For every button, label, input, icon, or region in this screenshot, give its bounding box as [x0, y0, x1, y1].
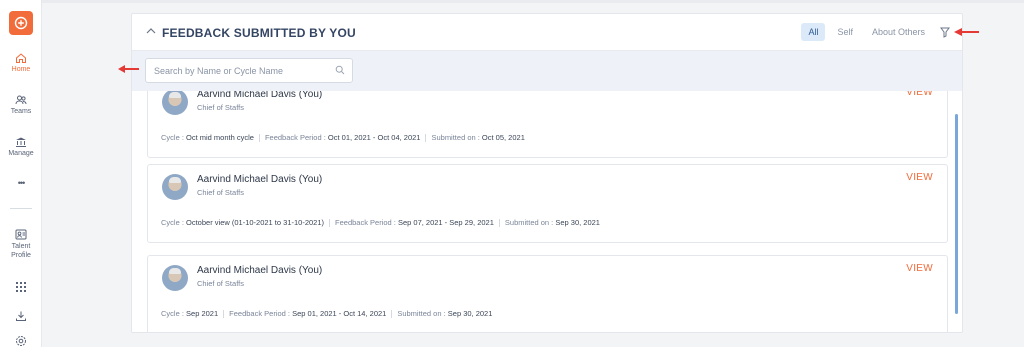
top-strip [42, 0, 1024, 3]
grid-icon [16, 282, 26, 292]
add-button[interactable] [9, 11, 33, 35]
filter-group: All Self About Others [796, 23, 950, 41]
period-label: Feedback Period : [335, 218, 398, 227]
filter-icon[interactable] [940, 27, 950, 38]
list-item: Aarvind Michael Davis (You) Chief of Sta… [147, 91, 948, 158]
panel-header: FEEDBACK SUBMITTED BY YOU All Self About… [132, 14, 962, 51]
period-value: Oct 01, 2021 - Oct 04, 2021 [327, 133, 421, 142]
sidebar: Home Teams Manage ••• Talent Profile [0, 0, 42, 347]
scrollbar[interactable] [955, 94, 960, 330]
panel-title: FEEDBACK SUBMITTED BY YOU [162, 26, 356, 40]
submitted-label: Submitted on : [397, 309, 448, 318]
search-box [145, 58, 353, 83]
view-link[interactable]: VIEW [906, 263, 933, 274]
sidebar-item-talent-profile[interactable]: Talent Profile [0, 229, 42, 260]
period-value: Sep 01, 2021 - Oct 14, 2021 [292, 309, 387, 318]
teams-icon [15, 95, 27, 105]
manage-icon [16, 137, 26, 147]
search-input[interactable] [154, 65, 334, 76]
submitted-label: Submitted on : [431, 133, 482, 142]
cycle-value: Sep 2021 [186, 309, 219, 318]
sidebar-item-download[interactable] [0, 310, 42, 324]
period-label: Feedback Period : [264, 133, 328, 142]
submitted-value: Sep 30, 2021 [447, 309, 493, 318]
annotation-arrow-icon [118, 65, 139, 73]
avatar [162, 265, 188, 291]
gear-icon [16, 336, 26, 346]
list-item: Aarvind Michael Davis (You) Chief of Sta… [147, 255, 948, 332]
submitted-value: Sep 30, 2021 [555, 218, 600, 227]
chevron-up-icon[interactable] [146, 27, 156, 35]
search-icon[interactable] [335, 65, 345, 75]
sidebar-item-teams[interactable]: Teams [0, 94, 42, 115]
sidebar-item-label: Manage [8, 150, 34, 157]
sidebar-item-label: Teams [10, 108, 32, 115]
employee-role: Chief of Staffs [197, 103, 244, 112]
sidebar-item-settings[interactable] [0, 335, 42, 347]
sidebar-item-label: Talent Profile [11, 243, 31, 259]
filter-about-others-button[interactable]: About Others [865, 23, 932, 41]
sidebar-item-more[interactable]: ••• [0, 178, 42, 188]
feedback-list: Aarvind Michael Davis (You) Chief of Sta… [132, 91, 962, 332]
view-link[interactable]: VIEW [906, 91, 933, 98]
period-value: Sep 07, 2021 - Sep 29, 2021 [397, 218, 494, 227]
download-icon [16, 311, 26, 321]
annotation-arrow-icon [954, 28, 979, 36]
submitted-label: Submitted on : [504, 218, 556, 227]
feedback-meta: Cycle : Oct mid month cycle Feedback Peri… [161, 133, 525, 143]
feedback-meta: Cycle : October view (01-10-2021 to 31-1… [161, 218, 600, 228]
cycle-label: Cycle : [161, 309, 187, 318]
cycle-label: Cycle : [161, 133, 187, 142]
search-bar [132, 51, 962, 91]
avatar [162, 174, 188, 200]
more-icon: ••• [17, 178, 26, 188]
cycle-value: Oct mid month cycle [186, 133, 254, 142]
sidebar-item-manage[interactable]: Manage [0, 136, 42, 157]
employee-name: Aarvind Michael Davis (You) [197, 91, 323, 100]
employee-role: Chief of Staffs [197, 188, 244, 197]
filter-all-button[interactable]: All [801, 23, 826, 41]
list-item: Aarvind Michael Davis (You) Chief of Sta… [147, 164, 948, 243]
talent-profile-icon [15, 229, 27, 240]
employee-name: Aarvind Michael Davis (You) [197, 174, 323, 185]
employee-role: Chief of Staffs [197, 279, 244, 288]
cycle-value: October view (01-10-2021 to 31-10-2021) [186, 218, 325, 227]
period-label: Feedback Period : [229, 309, 293, 318]
sidebar-item-apps[interactable] [0, 282, 42, 294]
feedback-meta: Cycle : Sep 2021 Feedback Period : Sep 01… [161, 309, 493, 319]
sidebar-divider [10, 208, 32, 209]
view-link[interactable]: VIEW [906, 172, 933, 183]
sidebar-item-label: Home [11, 66, 31, 73]
plus-circle-icon [14, 16, 28, 30]
cycle-label: Cycle : [161, 218, 187, 227]
feedback-panel: FEEDBACK SUBMITTED BY YOU All Self About… [131, 13, 963, 333]
filter-self-button[interactable]: Self [830, 23, 860, 41]
sidebar-item-home[interactable]: Home [0, 52, 42, 73]
home-icon [16, 53, 26, 63]
submitted-value: Oct 05, 2021 [481, 133, 525, 142]
employee-name: Aarvind Michael Davis (You) [197, 265, 323, 276]
scrollbar-thumb[interactable] [955, 114, 958, 314]
avatar [162, 91, 188, 115]
